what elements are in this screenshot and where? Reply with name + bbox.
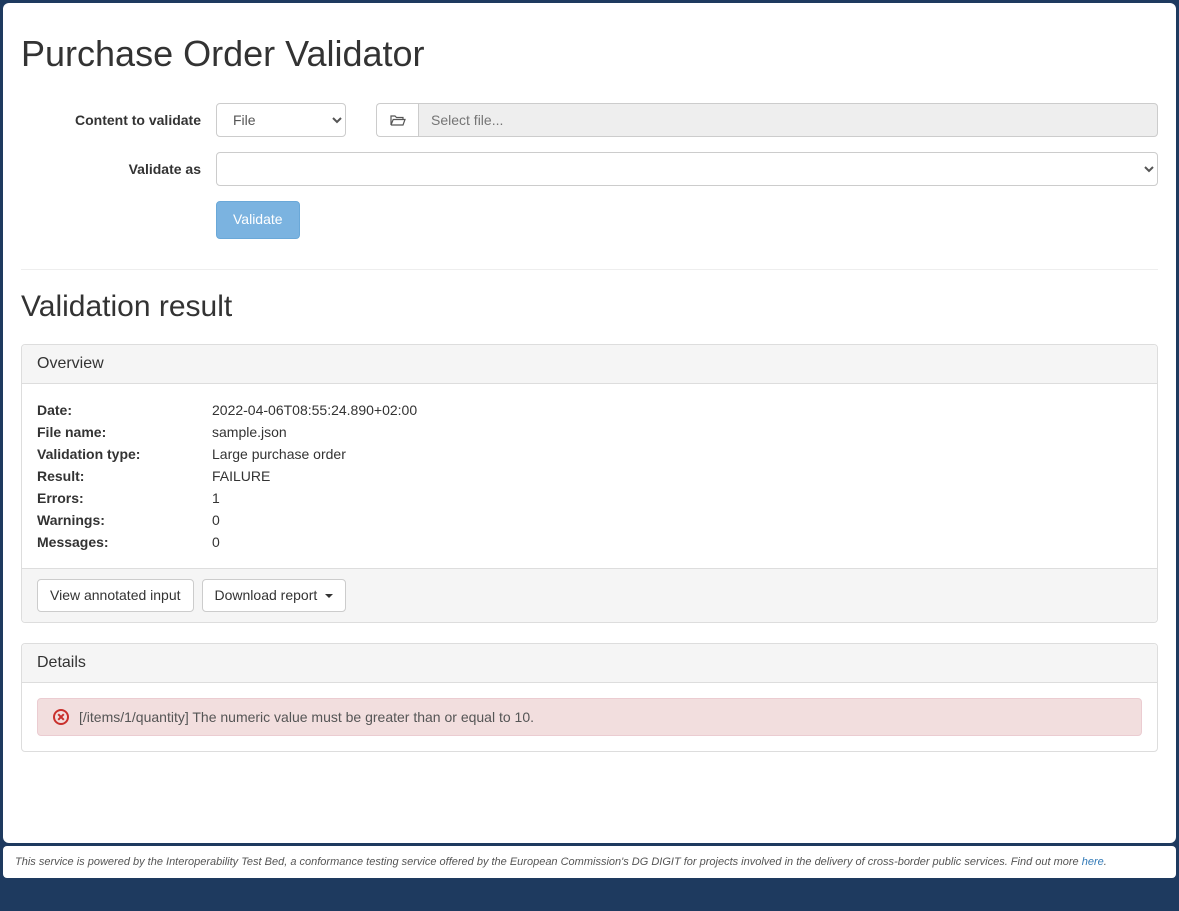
overview-heading: Overview xyxy=(22,345,1157,384)
content-to-validate-label: Content to validate xyxy=(21,112,216,128)
errors-value: 1 xyxy=(212,490,1142,506)
divider xyxy=(21,269,1158,270)
overview-row-date: Date: 2022-04-06T08:55:24.890+02:00 xyxy=(37,399,1142,421)
browse-button[interactable] xyxy=(376,103,418,137)
error-item[interactable]: [/items/1/quantity] The numeric value mu… xyxy=(37,698,1142,736)
overview-row-errors: Errors: 1 xyxy=(37,487,1142,509)
content-to-validate-row: Content to validate File xyxy=(21,103,1158,137)
error-circle-icon xyxy=(53,709,69,725)
details-panel: Details [/items/1/quantity] The numeric … xyxy=(21,643,1158,752)
download-report-label: Download report xyxy=(215,587,318,603)
details-body: [/items/1/quantity] The numeric value mu… xyxy=(22,683,1157,751)
overview-footer: View annotated input Download report xyxy=(22,568,1157,623)
overview-row-messages: Messages: 0 xyxy=(37,531,1142,553)
validate-button[interactable]: Validate xyxy=(216,201,300,239)
error-message-text: [/items/1/quantity] The numeric value mu… xyxy=(79,709,534,725)
result-label: Result: xyxy=(37,468,212,484)
overview-row-warnings: Warnings: 0 xyxy=(37,509,1142,531)
errors-label: Errors: xyxy=(37,490,212,506)
footer-link[interactable]: here xyxy=(1082,856,1104,868)
validationtype-value: Large purchase order xyxy=(212,446,1142,462)
file-input[interactable] xyxy=(418,103,1158,137)
validate-as-label: Validate as xyxy=(21,161,216,177)
overview-row-validationtype: Validation type: Large purchase order xyxy=(37,443,1142,465)
overview-body: Date: 2022-04-06T08:55:24.890+02:00 File… xyxy=(22,384,1157,568)
validate-button-row: Validate xyxy=(21,201,1158,239)
validate-as-select[interactable] xyxy=(216,152,1158,186)
footer: This service is powered by the Interoper… xyxy=(3,846,1176,878)
footer-text: This service is powered by the Interoper… xyxy=(15,856,1082,868)
overview-row-result: Result: FAILURE xyxy=(37,465,1142,487)
validate-as-row: Validate as xyxy=(21,152,1158,186)
filename-label: File name: xyxy=(37,424,212,440)
file-picker xyxy=(376,103,1158,137)
warnings-label: Warnings: xyxy=(37,512,212,528)
details-heading: Details xyxy=(22,644,1157,683)
view-annotated-input-button[interactable]: View annotated input xyxy=(37,579,194,613)
date-value: 2022-04-06T08:55:24.890+02:00 xyxy=(212,402,1142,418)
content-type-select[interactable]: File xyxy=(216,103,346,137)
caret-down-icon xyxy=(325,594,333,598)
validation-result-title: Validation result xyxy=(21,290,1158,324)
messages-value: 0 xyxy=(212,534,1142,550)
validationtype-label: Validation type: xyxy=(37,446,212,462)
filename-value: sample.json xyxy=(212,424,1142,440)
overview-panel: Overview Date: 2022-04-06T08:55:24.890+0… xyxy=(21,344,1158,624)
warnings-value: 0 xyxy=(212,512,1142,528)
folder-open-icon xyxy=(390,113,406,127)
result-value: FAILURE xyxy=(212,468,1142,484)
main-card: Purchase Order Validator Content to vali… xyxy=(3,3,1176,843)
date-label: Date: xyxy=(37,402,212,418)
overview-row-filename: File name: sample.json xyxy=(37,421,1142,443)
footer-suffix: . xyxy=(1104,856,1107,868)
download-report-button[interactable]: Download report xyxy=(202,579,347,613)
page-title: Purchase Order Validator xyxy=(21,33,1158,75)
messages-label: Messages: xyxy=(37,534,212,550)
